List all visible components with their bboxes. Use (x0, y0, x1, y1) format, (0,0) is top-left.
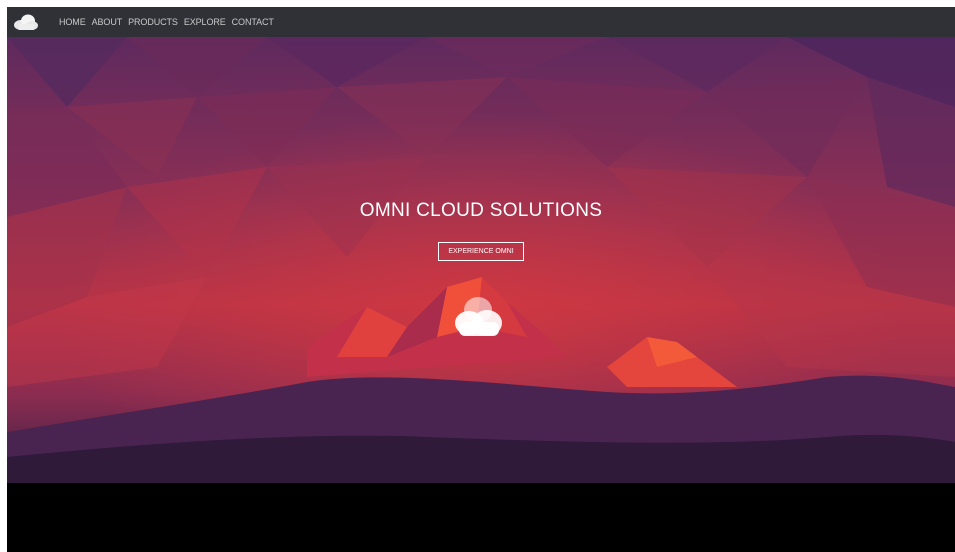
nav-menu: HOME ABOUT PRODUCTS EXPLORE CONTACT (59, 17, 274, 27)
cloud-logo-icon[interactable] (13, 13, 39, 31)
cloud-icon (447, 290, 511, 340)
hero-section: OMNI CLOUD SOLUTIONS EXPERIENCE OMNI (7, 37, 955, 483)
page: HOME ABOUT PRODUCTS EXPLORE CONTACT OMNI… (0, 0, 955, 552)
nav-contact-link[interactable]: CONTACT (232, 17, 274, 27)
top-navbar: HOME ABOUT PRODUCTS EXPLORE CONTACT (7, 7, 955, 37)
nav-home-link[interactable]: HOME (59, 17, 86, 27)
nav-products-link[interactable]: PRODUCTS (128, 17, 178, 27)
hero-title: OMNI CLOUD SOLUTIONS (359, 200, 603, 221)
experience-omni-button[interactable]: EXPERIENCE OMNI (438, 242, 524, 261)
nav-explore-link[interactable]: EXPLORE (184, 17, 226, 27)
nav-about-link[interactable]: ABOUT (92, 17, 123, 27)
black-footer-band (7, 483, 955, 552)
